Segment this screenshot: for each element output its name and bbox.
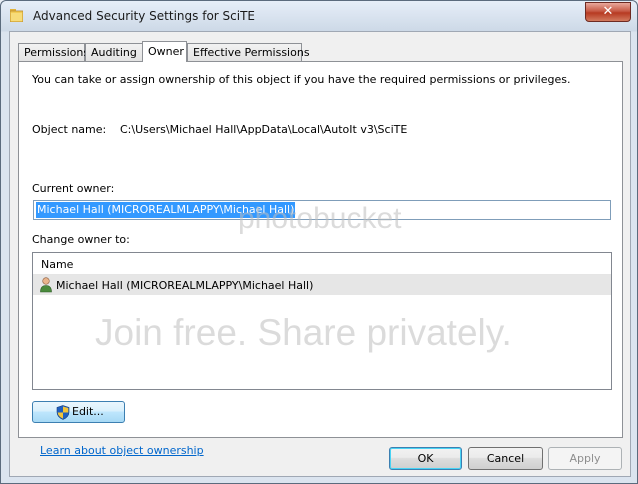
watermark-tagline: Join free. Share privately. xyxy=(95,312,512,353)
tab-auditing[interactable]: Auditing xyxy=(85,43,143,61)
owner-tab-panel: You can take or assign ownership of this… xyxy=(18,61,623,457)
user-icon xyxy=(40,277,52,293)
tab-effective-permissions[interactable]: Effective Permissions xyxy=(187,43,310,61)
cancel-button[interactable]: Cancel xyxy=(468,447,543,470)
apply-button[interactable]: Apply xyxy=(548,447,622,470)
close-icon: ✕ xyxy=(602,4,614,19)
list-item-label: Michael Hall (MICROREALMLAPPY\Michael Ha… xyxy=(56,279,314,292)
title-bar[interactable]: Advanced Security Settings for SciTE ✕ xyxy=(1,1,637,31)
learn-ownership-link[interactable]: Learn about object ownership xyxy=(40,444,204,457)
watermark-brand: photobucket xyxy=(238,202,402,235)
intro-text: You can take or assign ownership of this… xyxy=(32,73,571,86)
list-item[interactable]: Michael Hall (MICROREALMLAPPY\Michael Ha… xyxy=(33,275,611,295)
folder-icon xyxy=(10,9,23,22)
change-owner-label: Change owner to: xyxy=(32,233,130,246)
close-button[interactable]: ✕ xyxy=(585,2,631,22)
object-name-label: Object name: xyxy=(32,123,107,136)
dialog-client: Permissions Auditing Owner Effective Per… xyxy=(9,31,631,477)
window-title: Advanced Security Settings for SciTE xyxy=(33,9,255,23)
current-owner-label: Current owner: xyxy=(32,182,115,195)
ok-button[interactable]: OK xyxy=(389,447,462,470)
tab-owner[interactable]: Owner xyxy=(142,41,187,62)
dialog-window: Advanced Security Settings for SciTE ✕ P… xyxy=(0,0,638,484)
object-name-value: C:\Users\Michael Hall\AppData\Local\Auto… xyxy=(120,123,408,136)
list-column-header[interactable]: Name xyxy=(33,253,611,275)
edit-button-label: Edit... xyxy=(72,405,104,418)
edit-button[interactable]: Edit... xyxy=(32,401,125,423)
tab-permissions[interactable]: Permissions xyxy=(18,43,89,61)
uac-shield-icon xyxy=(56,405,70,420)
column-header-name: Name xyxy=(41,258,74,271)
